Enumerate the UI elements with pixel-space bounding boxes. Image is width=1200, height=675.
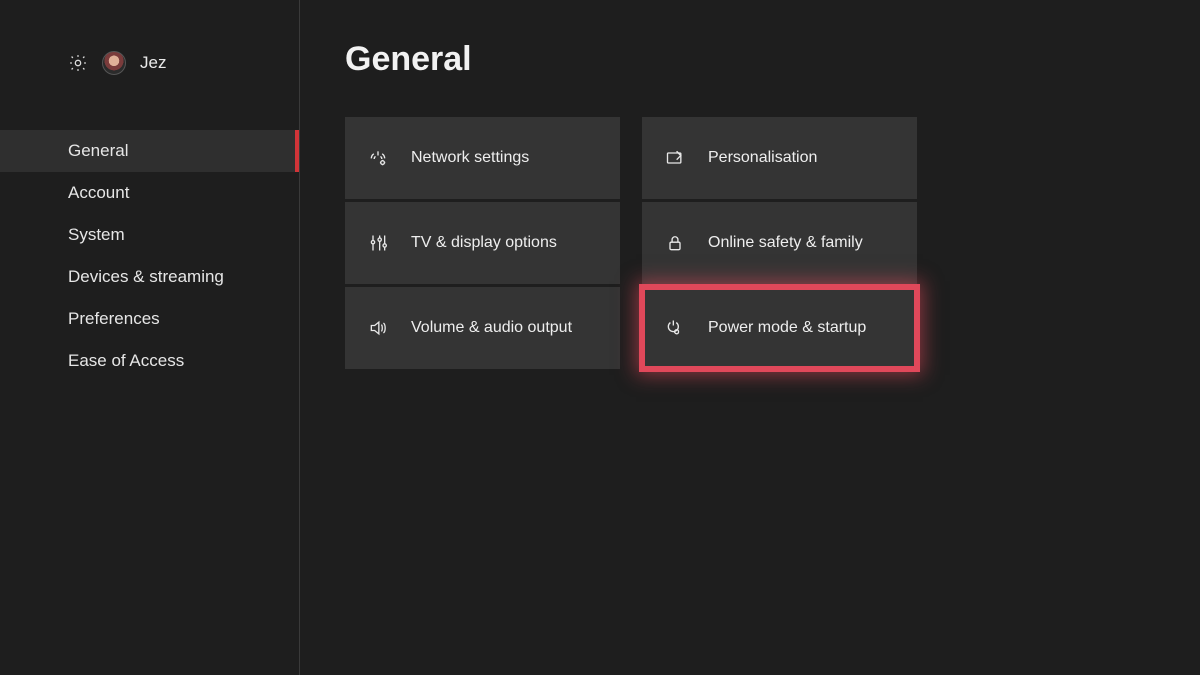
sidebar-item-label: Account (68, 183, 129, 203)
network-icon (367, 147, 389, 169)
sidebar-item-preferences[interactable]: Preferences (0, 298, 299, 340)
tile-personalisation[interactable]: Personalisation (642, 117, 917, 199)
tile-volume-audio[interactable]: Volume & audio output (345, 287, 620, 369)
tiles-grid: Network settings Personalisation (345, 117, 1200, 369)
tile-tv-display[interactable]: TV & display options (345, 202, 620, 284)
sidebar: Jez General Account System Devices & str… (0, 0, 300, 675)
sidebar-item-general[interactable]: General (0, 130, 299, 172)
sidebar-item-system[interactable]: System (0, 214, 299, 256)
sidebar-item-label: System (68, 225, 125, 245)
sidebar-item-account[interactable]: Account (0, 172, 299, 214)
volume-icon (367, 317, 389, 339)
power-icon (664, 317, 686, 339)
tile-online-safety[interactable]: Online safety & family (642, 202, 917, 284)
user-name: Jez (140, 53, 166, 73)
gear-icon (68, 53, 88, 73)
tile-label: Power mode & startup (708, 319, 866, 337)
avatar (102, 51, 126, 75)
tile-label: TV & display options (411, 234, 557, 252)
tile-label: Online safety & family (708, 234, 863, 252)
personalise-icon (664, 147, 686, 169)
sidebar-item-devices[interactable]: Devices & streaming (0, 256, 299, 298)
page-title: General (345, 40, 1200, 79)
sidebar-item-label: Preferences (68, 309, 160, 329)
sidebar-item-ease-of-access[interactable]: Ease of Access (0, 340, 299, 382)
sidebar-item-label: General (68, 141, 128, 161)
tile-power-mode[interactable]: Power mode & startup (642, 287, 917, 369)
tile-label: Personalisation (708, 149, 817, 167)
main-content: General Network settings (300, 0, 1200, 675)
user-row[interactable]: Jez (0, 48, 299, 78)
lock-icon (664, 232, 686, 254)
tv-icon (367, 232, 389, 254)
tile-network-settings[interactable]: Network settings (345, 117, 620, 199)
tile-label: Volume & audio output (411, 319, 572, 337)
tile-label: Network settings (411, 149, 529, 167)
sidebar-item-label: Ease of Access (68, 351, 184, 371)
sidebar-item-label: Devices & streaming (68, 267, 224, 287)
